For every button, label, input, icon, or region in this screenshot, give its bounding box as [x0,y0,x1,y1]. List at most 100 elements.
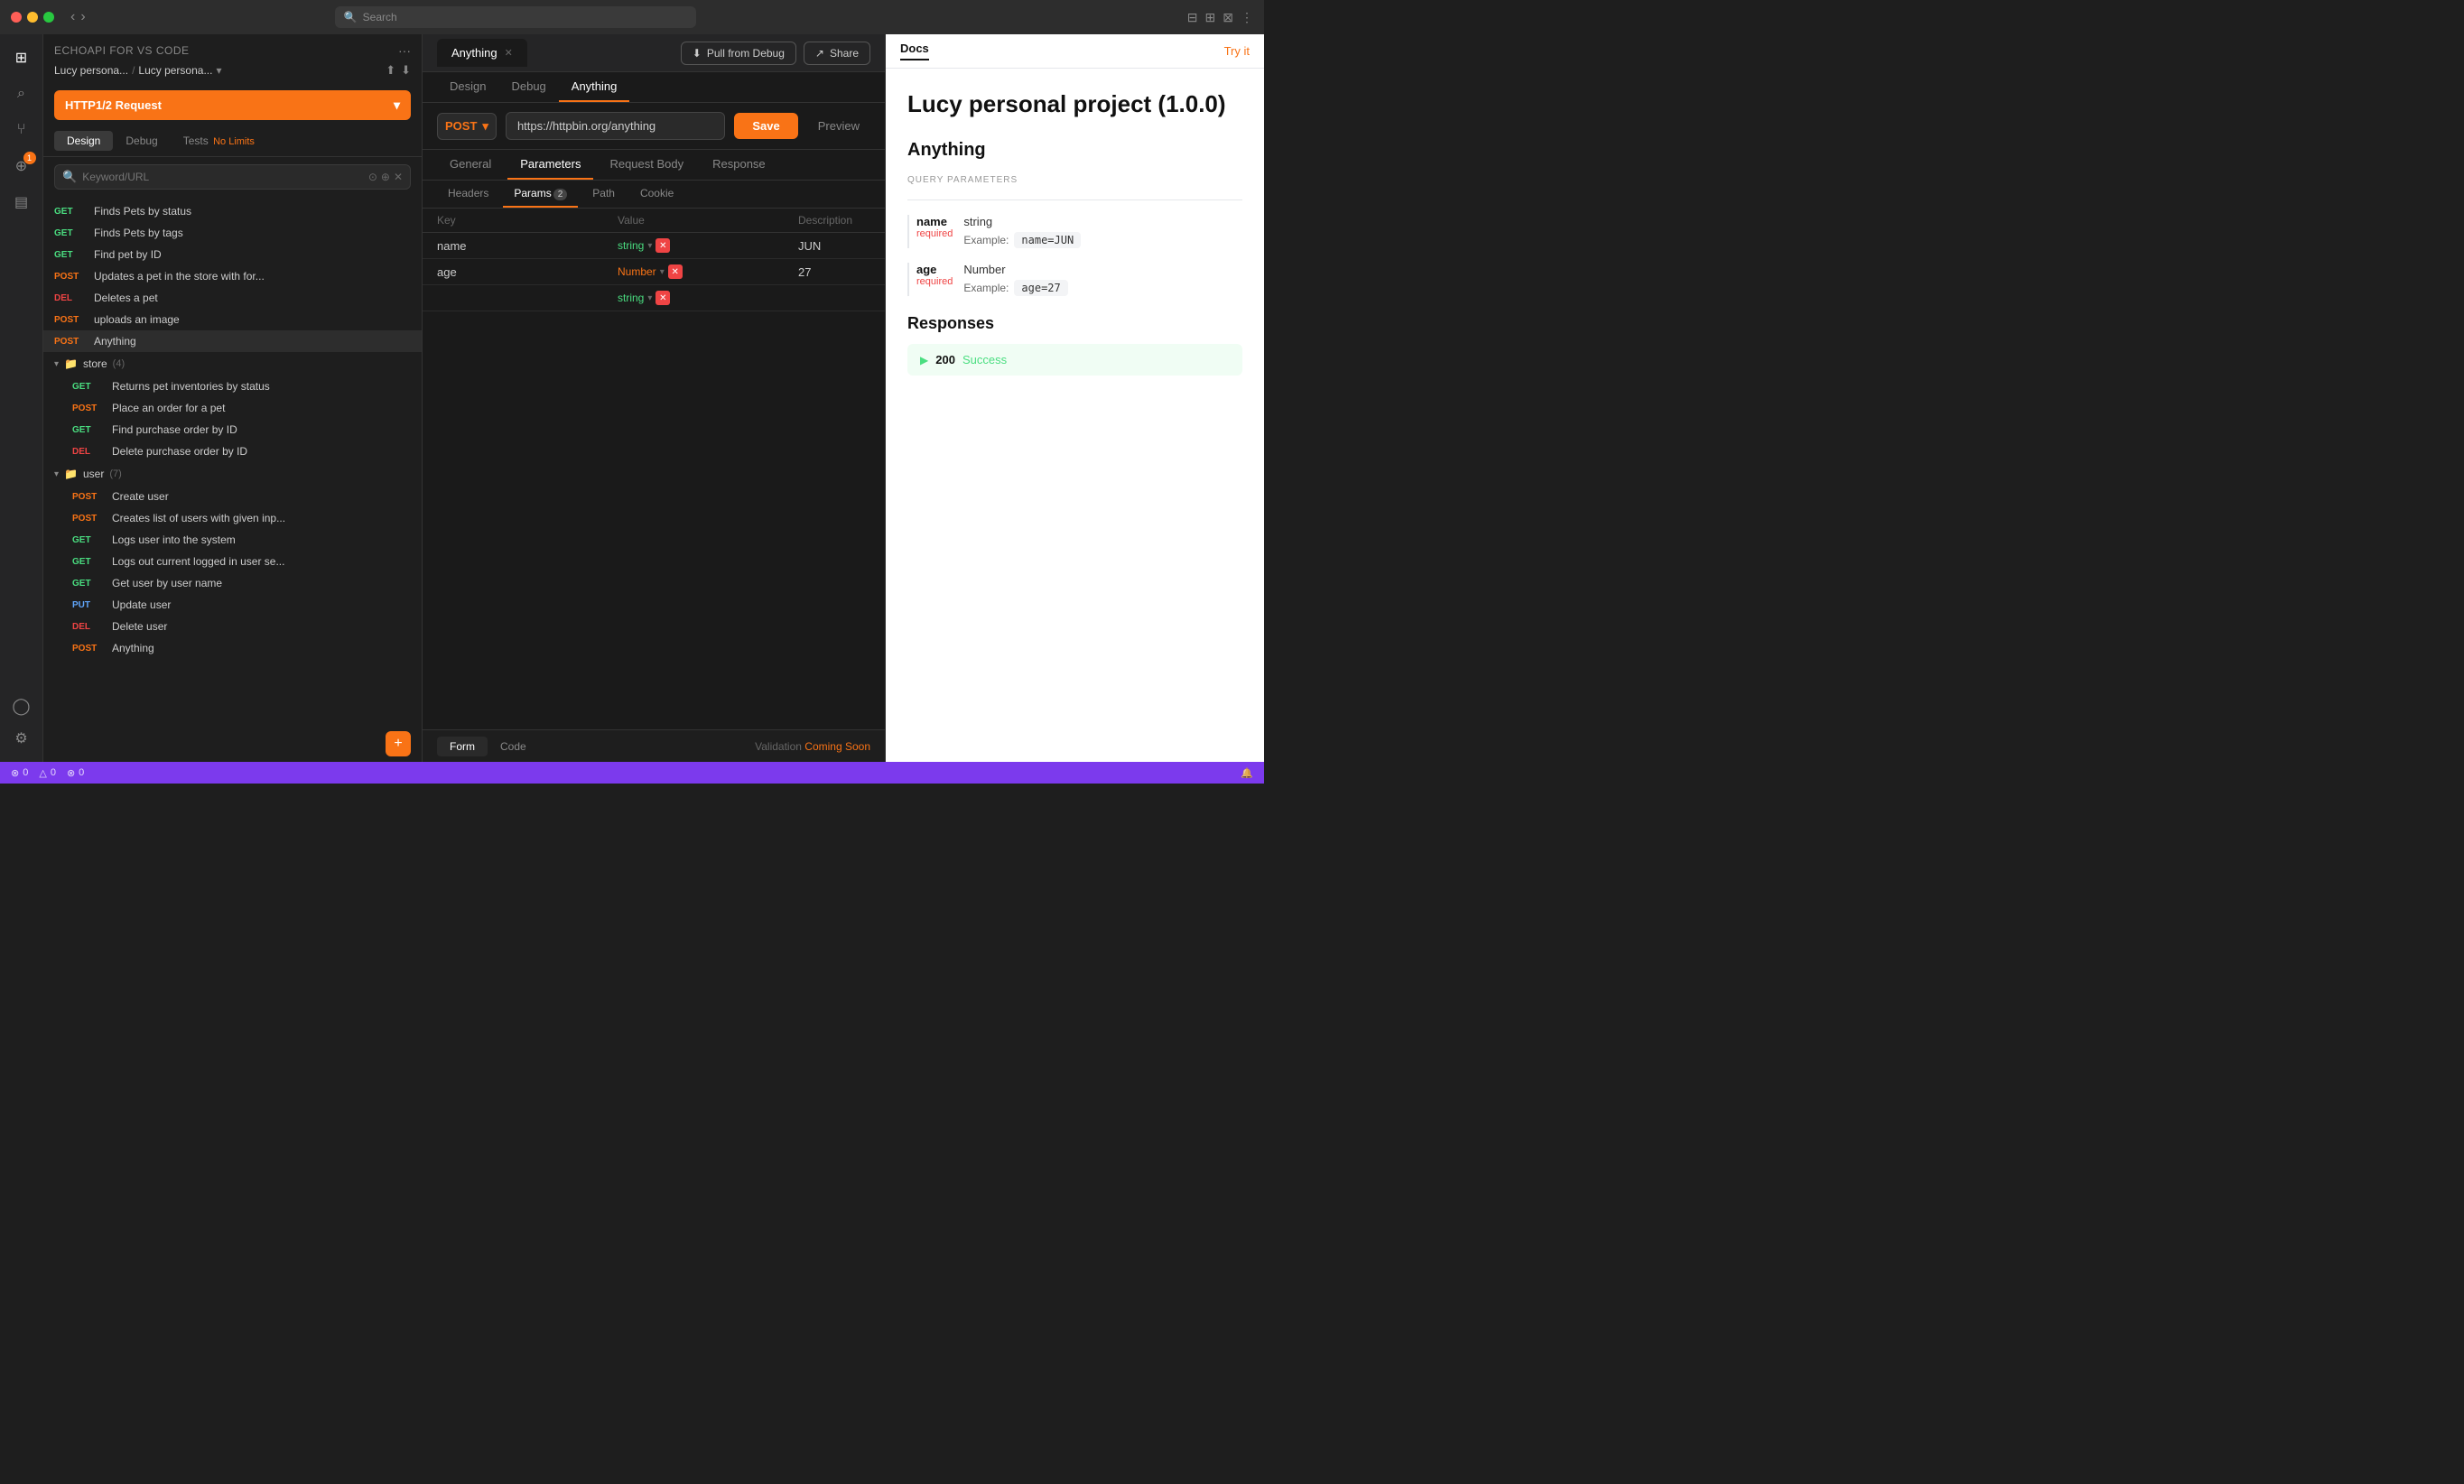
tree-item[interactable]: GET Get user by user name [43,572,422,594]
sidebar-item-search[interactable]: ⌕ [5,78,38,110]
tree-item[interactable]: GET Logs user into the system [43,529,422,551]
sidebar-item-settings[interactable]: ⚙ [5,722,38,755]
tree-item[interactable]: DEL Delete purchase order by ID [43,441,422,462]
gear-icon: ⚙ [14,729,27,747]
try-it-button[interactable]: Try it [1224,44,1250,58]
url-input[interactable] [506,112,725,140]
type-clear-icon[interactable]: ✕ [668,264,683,279]
share-icon: ↗ [815,47,824,60]
tree-item[interactable]: PUT Update user [43,594,422,616]
split-icon[interactable]: ⊠ [1223,10,1233,25]
docs-param-age-row: age required Number Example: age=27 [907,263,1242,296]
tree-item[interactable]: POST uploads an image [43,309,422,330]
breadcrumb-item-2[interactable]: Lucy persona... [138,64,212,77]
breadcrumb-dropdown-icon[interactable]: ▾ [216,64,221,77]
maximize-window-btn[interactable] [43,12,54,23]
share-button[interactable]: ↗ Share [804,42,870,65]
group-store[interactable]: ▾ 📁 store (4) [43,352,422,376]
tree-item[interactable]: DEL Delete user [43,616,422,637]
tree-item[interactable]: POST Place an order for a pet [43,397,422,419]
tab-design[interactable]: Design [54,131,113,151]
cloud-download-icon[interactable]: ⬇ [401,63,411,78]
cloud-upload-icon[interactable]: ⬆ [386,63,395,78]
tab-general[interactable]: General [437,150,504,180]
subtab-params[interactable]: Params2 [503,181,578,208]
sort-icon[interactable]: ⊕ [381,171,390,183]
type-clear-icon[interactable]: ✕ [656,238,670,253]
tree-item[interactable]: GET Finds Pets by status [43,200,422,222]
docs-tab-label[interactable]: Docs [900,42,929,60]
tree-item[interactable]: GET Returns pet inventories by status [43,376,422,397]
tree-item[interactable]: POST Anything [43,637,422,659]
tree-item[interactable]: GET Finds Pets by tags [43,222,422,244]
type-label: string [618,239,644,252]
sidebar-item-profile[interactable]: ◯ [5,690,38,722]
close-window-btn[interactable] [11,12,22,23]
tree-item[interactable]: GET Find purchase order by ID [43,419,422,441]
sidebar-toggle-icon[interactable]: ⊟ [1187,10,1198,25]
tree-item[interactable]: GET Find pet by ID [43,244,422,265]
tab-parameters[interactable]: Parameters [507,150,593,180]
tree-menu-icon[interactable]: ··· [398,43,411,58]
sidebar-item-collection[interactable]: ▤ [5,186,38,218]
search-input[interactable] [82,171,363,183]
sidebar-item-git[interactable]: ⑂ [5,114,38,146]
filter-icon[interactable]: ⊙ [368,171,377,183]
search-placeholder: Search [363,11,397,23]
tab-anything-mode[interactable]: Anything [559,72,630,102]
item-label: Find purchase order by ID [112,423,411,436]
layout-icon[interactable]: ⊞ [1205,10,1216,25]
docs-content: Lucy personal project (1.0.0) Anything Q… [886,69,1264,762]
response-row[interactable]: ▶ 200 Success [907,344,1242,376]
sidebar-item-extensions[interactable]: ⊕ 1 [5,150,38,182]
tab-request-body[interactable]: Request Body [597,150,696,180]
minimize-window-btn[interactable] [27,12,38,23]
status-bell[interactable]: 🔔 [1241,767,1253,779]
grid-icon[interactable]: ⋮ [1241,10,1253,25]
tree-item[interactable]: POST Create user [43,486,422,507]
breadcrumb-item-1[interactable]: Lucy persona... [54,64,128,77]
tab-close-icon[interactable]: ✕ [505,47,513,59]
tree-item[interactable]: DEL Deletes a pet [43,287,422,309]
tab-form[interactable]: Form [437,737,488,756]
breadcrumb-separator: / [132,64,135,77]
method-select[interactable]: POST ▾ [437,113,497,140]
no-limits-badge: No Limits [213,136,255,147]
type-clear-icon[interactable]: ✕ [656,291,670,305]
forward-arrow-icon[interactable]: › [80,9,85,25]
tab-response[interactable]: Response [700,150,778,180]
clear-search-icon[interactable]: ✕ [394,171,403,183]
add-request-button[interactable]: + [386,731,411,756]
method-badge: GET [72,579,105,589]
docs-param-example: Example: age=27 [963,280,1242,296]
pull-from-debug-button[interactable]: ⬇ Pull from Debug [681,42,796,65]
tree-panel: ECHOAPI FOR VS CODE ··· Lucy persona... … [43,34,423,762]
subtab-cookie[interactable]: Cookie [629,181,684,208]
tab-debug[interactable]: Debug [498,72,558,102]
group-user[interactable]: ▾ 📁 user (7) [43,462,422,486]
http-request-button[interactable]: HTTP1/2 Request ▾ [54,90,411,120]
type-chevron-icon[interactable]: ▾ [660,267,665,277]
tab-anything[interactable]: Anything ✕ [437,39,527,67]
tab-debug[interactable]: Debug [113,131,170,151]
param-row: age Number ▾ ✕ 27 [423,259,885,285]
tree-item[interactable]: POST Updates a pet in the store with for… [43,265,422,287]
design-debug-tabs: Design Debug Tests No Limits [43,125,422,157]
method-badge: POST [72,514,105,524]
sidebar-item-layers[interactable]: ⊞ [5,42,38,74]
global-search-bar[interactable]: 🔍 Search [335,6,696,28]
save-button[interactable]: Save [734,113,797,139]
tree-item[interactable]: POST Creates list of users with given in… [43,507,422,529]
tab-tests[interactable]: Tests No Limits [171,131,267,151]
subtab-headers[interactable]: Headers [437,181,499,208]
back-arrow-icon[interactable]: ‹ [70,9,75,25]
tree-item[interactable]: GET Logs out current logged in user se..… [43,551,422,572]
type-chevron-icon[interactable]: ▾ [647,293,652,303]
type-chevron-icon[interactable]: ▾ [647,241,652,251]
tab-design[interactable]: Design [437,72,498,102]
subtab-path[interactable]: Path [581,181,626,208]
preview-button[interactable]: Preview [807,113,870,139]
tab-code[interactable]: Code [488,737,539,756]
tree-item-active[interactable]: POST Anything [43,330,422,352]
tree-search-bar[interactable]: 🔍 ⊙ ⊕ ✕ [54,164,411,190]
